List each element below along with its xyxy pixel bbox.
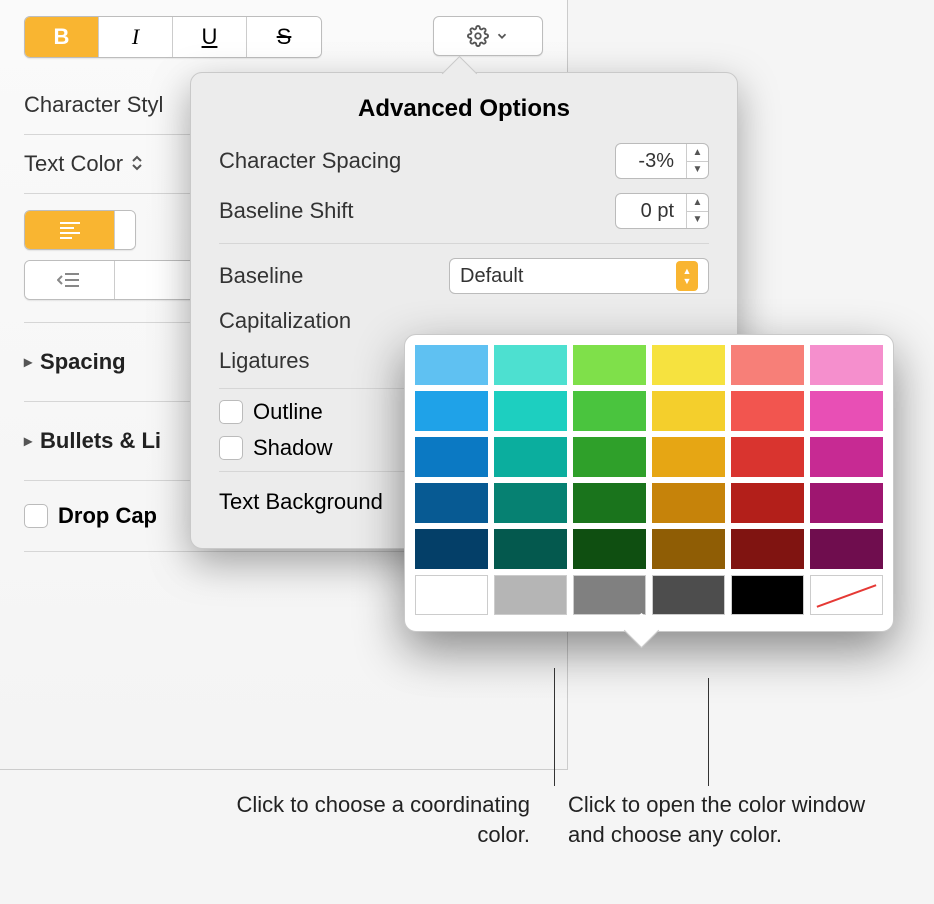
text-style-row: B I U S <box>24 16 543 58</box>
character-spacing-value: -3% <box>616 150 686 173</box>
color-swatch[interactable] <box>731 391 804 431</box>
divider <box>219 243 709 244</box>
callout-leader <box>554 668 555 786</box>
color-swatch[interactable] <box>494 345 567 385</box>
character-spacing-row: Character Spacing -3% ▲▼ <box>219 143 709 179</box>
color-swatch[interactable] <box>731 437 804 477</box>
color-swatch[interactable] <box>415 575 488 615</box>
baseline-shift-value: 0 pt <box>616 200 686 223</box>
color-swatch[interactable] <box>415 345 488 385</box>
baseline-shift-row: Baseline Shift 0 pt ▲▼ <box>219 193 709 229</box>
text-color-label: Text Color <box>24 151 123 177</box>
callout-leader <box>708 678 709 786</box>
capitalization-label: Capitalization <box>219 308 709 334</box>
color-swatch-popover <box>404 334 894 632</box>
color-swatch[interactable] <box>652 437 725 477</box>
stepper-arrows[interactable]: ▲▼ <box>686 194 708 228</box>
color-swatch[interactable] <box>494 529 567 569</box>
indent-segment <box>24 260 204 300</box>
color-swatch[interactable] <box>494 483 567 523</box>
color-swatch[interactable] <box>573 575 646 615</box>
color-swatch[interactable] <box>573 345 646 385</box>
spacing-label: Spacing <box>40 349 126 375</box>
color-swatch[interactable] <box>415 529 488 569</box>
no-color-swatch[interactable] <box>810 575 883 615</box>
stepper-arrows[interactable]: ▲▼ <box>686 144 708 178</box>
swatch-grid <box>415 345 883 569</box>
shadow-label: Shadow <box>253 435 333 461</box>
color-swatch[interactable] <box>415 437 488 477</box>
color-swatch[interactable] <box>731 345 804 385</box>
drop-cap-checkbox[interactable] <box>24 504 48 528</box>
align-left-button[interactable] <box>25 211 115 249</box>
outline-checkbox[interactable] <box>219 400 243 424</box>
italic-button[interactable]: I <box>99 17 173 57</box>
text-background-label: Text Background <box>219 489 383 515</box>
baseline-shift-label: Baseline Shift <box>219 198 615 224</box>
color-swatch[interactable] <box>652 529 725 569</box>
strikethrough-button[interactable]: S <box>247 17 321 57</box>
color-swatch[interactable] <box>810 529 883 569</box>
align-center-button[interactable] <box>115 211 135 249</box>
bold-button[interactable]: B <box>25 17 99 57</box>
baseline-shift-stepper[interactable]: 0 pt ▲▼ <box>615 193 709 229</box>
callout-right: Click to open the color window and choos… <box>568 790 898 849</box>
bullets-label: Bullets & Li <box>40 428 161 454</box>
color-swatch[interactable] <box>573 483 646 523</box>
select-arrows-icon: ▲▼ <box>676 261 698 291</box>
color-swatch[interactable] <box>810 437 883 477</box>
callout-left: Click to choose a coordinating color. <box>210 790 530 849</box>
color-swatch[interactable] <box>652 345 725 385</box>
color-swatch[interactable] <box>573 391 646 431</box>
color-swatch[interactable] <box>415 391 488 431</box>
baseline-row: Baseline Default ▲▼ <box>219 258 709 294</box>
decrease-indent-button[interactable] <box>25 261 115 299</box>
popover-title: Advanced Options <box>219 95 709 123</box>
color-swatch[interactable] <box>810 483 883 523</box>
color-swatch[interactable] <box>494 391 567 431</box>
gear-icon <box>467 25 489 47</box>
shadow-checkbox[interactable] <box>219 436 243 460</box>
character-spacing-stepper[interactable]: -3% ▲▼ <box>615 143 709 179</box>
color-swatch[interactable] <box>731 529 804 569</box>
outline-label: Outline <box>253 399 323 425</box>
color-swatch[interactable] <box>573 437 646 477</box>
disclosure-icon: ▸ <box>24 431 32 451</box>
color-swatch[interactable] <box>415 483 488 523</box>
swatch-grid-bottom <box>415 575 883 615</box>
character-styles-label: Character Styl <box>24 92 163 118</box>
decrease-indent-icon <box>57 271 81 289</box>
color-swatch[interactable] <box>494 437 567 477</box>
drop-cap-label: Drop Cap <box>58 503 157 529</box>
color-swatch[interactable] <box>494 575 567 615</box>
baseline-label: Baseline <box>219 263 449 289</box>
chevron-down-icon <box>495 29 509 43</box>
capitalization-row: Capitalization <box>219 308 709 334</box>
color-swatch[interactable] <box>810 345 883 385</box>
baseline-value: Default <box>460 265 523 288</box>
disclosure-icon: ▸ <box>24 352 32 372</box>
color-swatch[interactable] <box>731 575 804 615</box>
color-swatch[interactable] <box>573 529 646 569</box>
text-align-segment <box>24 210 136 250</box>
color-swatch[interactable] <box>652 483 725 523</box>
color-swatch[interactable] <box>810 391 883 431</box>
color-swatch[interactable] <box>731 483 804 523</box>
advanced-options-button[interactable] <box>433 16 543 56</box>
text-style-segment: B I U S <box>24 16 322 58</box>
chevron-updown-icon <box>131 154 143 175</box>
underline-button[interactable]: U <box>173 17 247 57</box>
baseline-select[interactable]: Default ▲▼ <box>449 258 709 294</box>
character-spacing-label: Character Spacing <box>219 148 615 174</box>
color-swatch[interactable] <box>652 575 725 615</box>
color-swatch[interactable] <box>652 391 725 431</box>
